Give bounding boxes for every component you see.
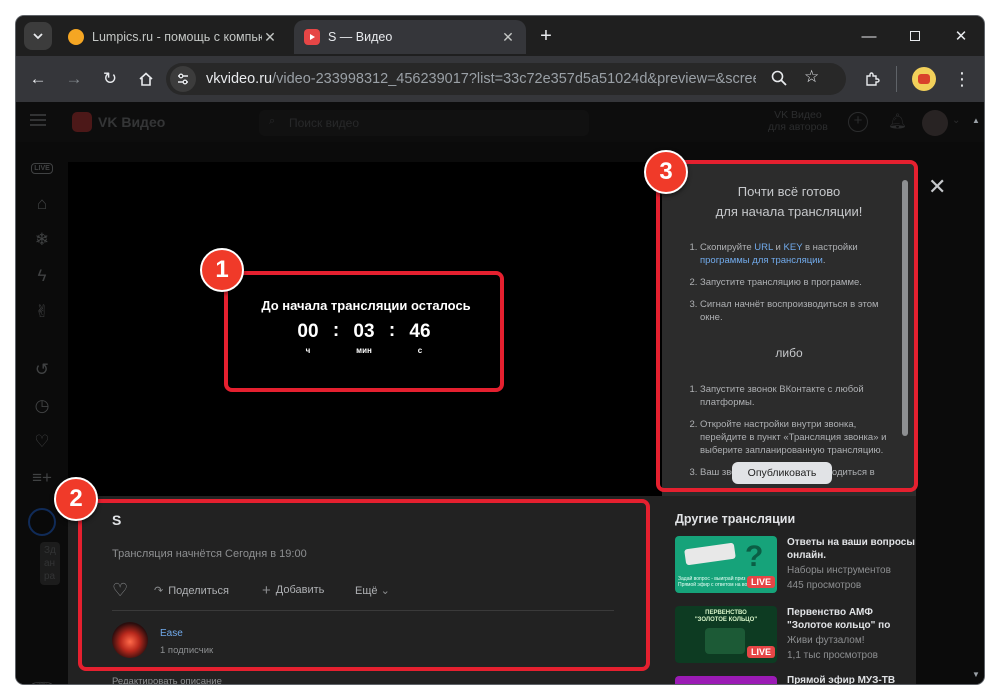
- reload-button[interactable]: ↻: [94, 63, 126, 95]
- puzzle-icon: [866, 72, 880, 86]
- stream-title: Первенство АМФ "Золотое кольцо" по: [787, 607, 891, 631]
- extensions-button[interactable]: [856, 63, 888, 95]
- stream-title: Ответы на ваши вопросы онлайн.: [787, 537, 915, 561]
- tab-video[interactable]: S — Видео ✕: [294, 20, 526, 54]
- url-path: /video-233998312_456239017?list=33c72e35…: [272, 71, 756, 87]
- toolbar-divider: [896, 66, 897, 92]
- url-text: vkvideo.ru/video-233998312_456239017?lis…: [206, 71, 756, 87]
- highlight-video-info: [78, 499, 650, 671]
- address-bar[interactable]: vkvideo.ru/video-233998312_456239017?lis…: [166, 63, 846, 95]
- back-button[interactable]: ←: [22, 63, 54, 95]
- chevron-down-icon: [33, 33, 43, 40]
- browser-menu-button[interactable]: ⋮: [946, 63, 978, 95]
- site-info-button[interactable]: [170, 66, 196, 92]
- maximize-icon: [910, 31, 920, 41]
- close-modal-button[interactable]: ✕: [928, 174, 946, 200]
- new-tab-button[interactable]: +: [532, 22, 560, 50]
- stream-thumbnail: [675, 676, 777, 684]
- stream-channel: Живи футзалом!: [787, 635, 865, 646]
- minimize-icon: —: [861, 27, 877, 45]
- tab-lumpics[interactable]: Lumpics.ru - помощь с компью ✕: [58, 20, 288, 54]
- tab-strip: Lumpics.ru - помощь с компью ✕ S — Видео…: [16, 16, 984, 56]
- highlight-setup-panel: [656, 160, 918, 492]
- annotation-badge-2: 2: [54, 477, 98, 521]
- edit-description-link[interactable]: Редактировать описание: [112, 676, 222, 684]
- stream-thumbnail: ПЕРВЕНСТВО "ЗОЛОТОЕ КОЛЬЦО" LIVE: [675, 606, 777, 663]
- more-vertical-icon: ⋮: [953, 68, 971, 89]
- live-badge: LIVE: [747, 576, 776, 588]
- magnifier-icon: [771, 70, 787, 86]
- page-scrollbar[interactable]: ▲ ▼: [970, 116, 980, 680]
- close-icon: ✕: [954, 28, 968, 45]
- tab-search-button[interactable]: [24, 22, 52, 50]
- stream-card[interactable]: ПЕРВЕНСТВО "ЗОЛОТОЕ КОЛЬЦО" LIVE Первенс…: [675, 606, 915, 666]
- close-icon: ✕: [928, 174, 947, 199]
- home-icon: [139, 72, 153, 86]
- home-button[interactable]: [130, 63, 162, 95]
- live-badge: LIVE: [747, 646, 776, 658]
- other-streams-heading: Другие трансляции: [675, 512, 796, 526]
- annotation-badge-1: 1: [200, 248, 244, 292]
- minimize-button[interactable]: —: [846, 16, 892, 56]
- arrow-right-icon: →: [65, 69, 83, 88]
- star-icon: ☆: [804, 67, 820, 86]
- close-icon[interactable]: ✕: [262, 29, 278, 45]
- stream-card[interactable]: Прямой эфир МУЗ-ТВ: [675, 675, 915, 684]
- other-streams: Другие трансляции ? Задай вопрос - выигр…: [662, 496, 916, 684]
- bookmark-button[interactable]: ☆: [804, 67, 819, 87]
- maximize-button[interactable]: [892, 16, 938, 56]
- stream-title: Прямой эфир МУЗ-ТВ: [787, 675, 896, 684]
- stream-views: 445 просмотров: [787, 580, 862, 591]
- stream-card[interactable]: ? Задай вопрос - выиграй приз Прямой эфи…: [675, 536, 915, 596]
- zoom-button[interactable]: [770, 69, 788, 92]
- close-icon[interactable]: ✕: [500, 29, 516, 45]
- stream-views: 1,1 тыс просмотров: [787, 650, 878, 661]
- tab-title: Lumpics.ru - помощь с компью: [92, 30, 262, 44]
- browser-window: Lumpics.ru - помощь с компью ✕ S — Видео…: [16, 16, 984, 684]
- plus-icon: +: [540, 24, 552, 47]
- arrow-left-icon: ←: [29, 69, 47, 88]
- tune-icon: [178, 73, 188, 85]
- url-host: vkvideo.ru: [206, 71, 273, 87]
- reload-icon: ↻: [102, 69, 118, 88]
- lumpics-favicon-icon: [68, 29, 84, 45]
- vk-video-favicon-icon: [304, 29, 320, 45]
- stream-channel: Наборы инструментов: [787, 565, 891, 576]
- browser-toolbar: ← → ↻ vkvideo.ru/video-233998312_4562390…: [16, 56, 984, 102]
- tab-title: S — Видео: [328, 30, 393, 44]
- stream-thumbnail: ? Задай вопрос - выиграй приз Прямой эфи…: [675, 536, 777, 593]
- forward-button[interactable]: →: [58, 63, 90, 95]
- profile-avatar[interactable]: [912, 67, 936, 91]
- highlight-countdown: [224, 271, 504, 392]
- close-window-button[interactable]: ✕: [938, 16, 984, 56]
- annotation-badge-3: 3: [644, 150, 688, 194]
